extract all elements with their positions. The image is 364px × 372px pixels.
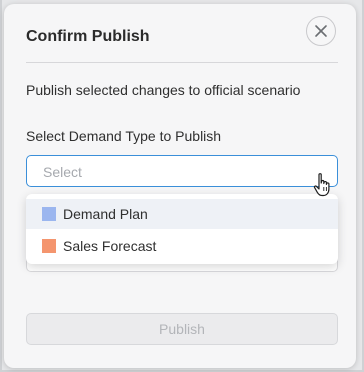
- close-button[interactable]: [306, 16, 336, 46]
- option-label: Demand Plan: [63, 206, 148, 222]
- close-icon: [315, 25, 327, 37]
- demand-plan-swatch: [42, 207, 56, 221]
- option-sales-forecast[interactable]: Sales Forecast: [26, 231, 338, 261]
- dialog-description: Publish selected changes to official sce…: [26, 82, 301, 98]
- demand-type-dropdown: Demand Plan Sales Forecast: [26, 194, 338, 264]
- option-label: Sales Forecast: [63, 238, 157, 254]
- header-divider: [26, 62, 338, 63]
- confirm-publish-dialog: Confirm Publish Publish selected changes…: [4, 4, 356, 368]
- sales-forecast-swatch: [42, 239, 56, 253]
- hand-pointer-icon: [313, 173, 330, 197]
- select-placeholder: Select: [43, 164, 82, 180]
- backdrop-edge-left: [0, 0, 2, 372]
- demand-type-select[interactable]: Select: [26, 155, 338, 187]
- dialog-title: Confirm Publish: [26, 28, 150, 45]
- option-demand-plan[interactable]: Demand Plan: [26, 199, 338, 229]
- publish-button[interactable]: Publish: [26, 313, 338, 345]
- demand-type-label: Select Demand Type to Publish: [26, 128, 222, 144]
